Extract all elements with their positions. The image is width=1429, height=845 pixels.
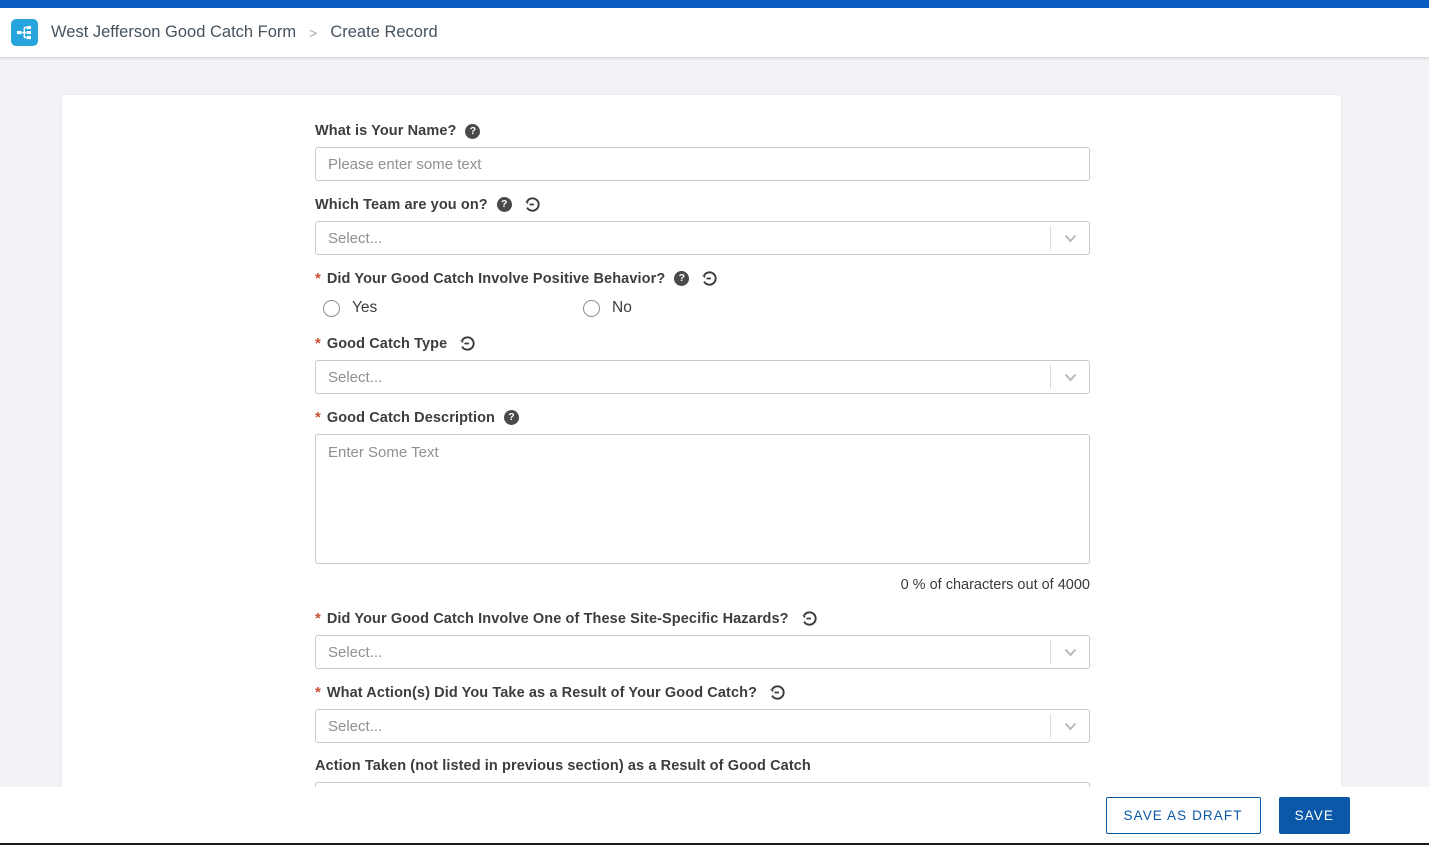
field-label-row: * Good Catch Description? <box>315 409 1090 426</box>
select-placeholder: Select... <box>328 718 1050 735</box>
help-icon[interactable]: ? <box>497 197 512 212</box>
field-label: Which Team are you on? <box>315 197 488 213</box>
select-placeholder: Select... <box>328 230 1050 247</box>
required-asterisk: * <box>315 610 321 627</box>
required-asterisk: * <box>315 409 321 426</box>
app-logo-icon[interactable] <box>11 19 38 46</box>
required-asterisk: * <box>315 335 321 352</box>
breadcrumb-root[interactable]: West Jefferson Good Catch Form <box>51 23 296 42</box>
chevron-down-icon <box>1064 234 1077 243</box>
refresh-icon[interactable] <box>769 684 786 701</box>
radio-label: Yes <box>352 299 377 317</box>
save-as-draft-button[interactable]: SAVE AS DRAFT <box>1106 797 1261 834</box>
radio-button[interactable] <box>323 300 340 317</box>
good-catch-description-textarea[interactable] <box>315 434 1090 564</box>
form-card: What is Your Name??Which Team are you on… <box>62 95 1341 845</box>
field-label-row: * What Action(s) Did You Take as a Result… <box>315 684 1090 701</box>
help-icon[interactable]: ? <box>504 410 519 425</box>
refresh-arrow-glyph <box>459 335 476 352</box>
required-asterisk: * <box>315 684 321 701</box>
field-label: Action Taken (not listed in previous sec… <box>315 758 811 774</box>
field-label: Did Your Good Catch Involve One of These… <box>327 611 789 627</box>
positive-behavior-radio-group: Yes No <box>323 299 1090 317</box>
breadcrumb-current: Create Record <box>330 23 437 42</box>
radio-button[interactable] <box>583 300 600 317</box>
chevron-down-icon <box>1064 373 1077 382</box>
form-flow-icon <box>16 24 33 41</box>
field-which-team-are-you-on: Which Team are you on?? Select... <box>315 196 1090 255</box>
help-icon[interactable]: ? <box>674 271 689 286</box>
field-label-row: Which Team are you on?? <box>315 196 1090 213</box>
which-team-are-you-on-select[interactable]: Select... <box>315 221 1090 255</box>
radio-label: No <box>612 299 632 317</box>
field-positive-behavior: * Did Your Good Catch Involve Positive Be… <box>315 270 1090 317</box>
breadcrumb: West Jefferson Good Catch Form > Create … <box>51 23 438 42</box>
field-site-specific-hazards: * Did Your Good Catch Involve One of Thes… <box>315 610 1090 669</box>
char-counter: 0 % of characters out of 4000 <box>315 577 1090 593</box>
field-label: What Action(s) Did You Take as a Result … <box>327 685 757 701</box>
select-chevron[interactable] <box>1051 234 1089 243</box>
field-label-row: What is Your Name?? <box>315 123 1090 139</box>
field-label: What is Your Name? <box>315 123 456 139</box>
field-label-row: * Good Catch Type <box>315 335 1090 352</box>
field-actions-taken: * What Action(s) Did You Take as a Result… <box>315 684 1090 743</box>
field-label-row: Action Taken (not listed in previous sec… <box>315 758 1090 774</box>
field-good-catch-description: * Good Catch Description? 0 % of character… <box>315 409 1090 593</box>
breadcrumb-separator-icon: > <box>309 25 317 41</box>
what-is-your-name-input[interactable] <box>315 147 1090 181</box>
select-chevron[interactable] <box>1051 373 1089 382</box>
refresh-arrow-glyph <box>801 610 818 627</box>
form-fields-column: What is Your Name??Which Team are you on… <box>315 123 1090 831</box>
save-button[interactable]: SAVE <box>1279 797 1350 834</box>
help-icon[interactable]: ? <box>465 124 480 139</box>
field-label-row: * Did Your Good Catch Involve Positive Be… <box>315 270 1090 287</box>
refresh-arrow-glyph <box>769 684 786 701</box>
field-what-is-your-name: What is Your Name?? <box>315 123 1090 181</box>
select-chevron[interactable] <box>1051 722 1089 731</box>
radio-option-yes[interactable]: Yes <box>323 299 583 317</box>
refresh-icon[interactable] <box>459 335 476 352</box>
select-placeholder: Select... <box>328 644 1050 661</box>
good-catch-type-select[interactable]: Select... <box>315 360 1090 394</box>
radio-option-no[interactable]: No <box>583 299 843 317</box>
refresh-icon[interactable] <box>801 610 818 627</box>
footer-action-bar: SAVE AS DRAFT SAVE <box>0 787 1429 843</box>
actions-taken-select[interactable]: Select... <box>315 709 1090 743</box>
refresh-arrow-glyph <box>524 196 541 213</box>
refresh-icon[interactable] <box>524 196 541 213</box>
chevron-down-icon <box>1064 722 1077 731</box>
field-label: Good Catch Description <box>327 410 495 426</box>
required-asterisk: * <box>315 270 321 287</box>
site-specific-hazards-select[interactable]: Select... <box>315 635 1090 669</box>
field-good-catch-type: * Good Catch Type Select... <box>315 335 1090 394</box>
chevron-down-icon <box>1064 648 1077 657</box>
refresh-arrow-glyph <box>701 270 718 287</box>
app-header: West Jefferson Good Catch Form > Create … <box>0 8 1429 58</box>
field-label: Good Catch Type <box>327 336 447 352</box>
field-label: Did Your Good Catch Involve Positive Beh… <box>327 271 665 287</box>
top-accent-bar <box>0 0 1429 8</box>
select-placeholder: Select... <box>328 369 1050 386</box>
field-label-row: * Did Your Good Catch Involve One of Thes… <box>315 610 1090 627</box>
select-chevron[interactable] <box>1051 648 1089 657</box>
refresh-icon[interactable] <box>701 270 718 287</box>
